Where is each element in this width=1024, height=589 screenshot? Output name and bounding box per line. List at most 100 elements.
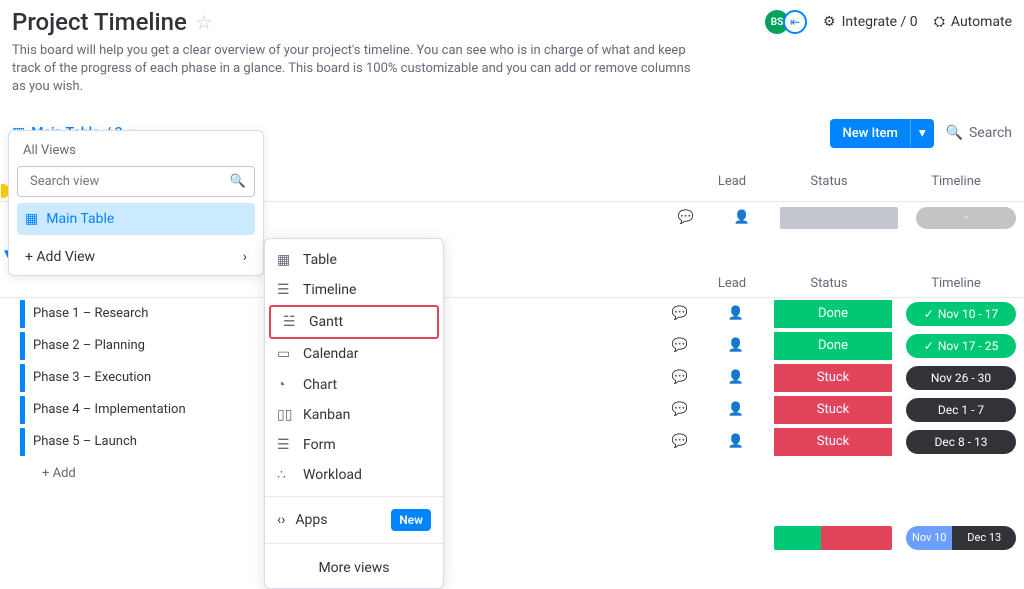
menu-item-label: Kanban: [303, 407, 350, 423]
menu-divider: [265, 543, 443, 544]
person-icon[interactable]: 👤: [706, 402, 766, 417]
menu-item-label: Calendar: [303, 346, 359, 362]
group-color-bar: [20, 300, 25, 328]
search-icon: 🔍: [230, 174, 246, 189]
view-type-calendar[interactable]: ▭ Calendar: [265, 339, 443, 369]
integrate-button[interactable]: ⚙ Integrate / 0: [823, 14, 918, 30]
new-item-button-group: New Item ▾: [830, 119, 933, 148]
group-color-bar: [20, 332, 25, 360]
chat-icon[interactable]: 💬: [654, 338, 706, 353]
view-type-timeline[interactable]: ☰Timeline: [265, 275, 443, 305]
status-cell[interactable]: Done: [774, 300, 892, 328]
group-color-bar: [20, 364, 25, 392]
new-item-button[interactable]: New Item: [830, 119, 909, 148]
gantt-icon: ☱: [283, 314, 299, 330]
views-dropdown: All Views 🔍 ▦ Main Table + Add View ›: [8, 130, 264, 276]
view-type-form[interactable]: ☰ Form: [265, 430, 443, 460]
search-label: Search: [969, 125, 1012, 141]
person-icon[interactable]: 👤: [706, 338, 766, 353]
status-cell[interactable]: Done: [774, 332, 892, 360]
automate-button[interactable]: ⛭ Automate: [934, 14, 1012, 30]
chat-icon[interactable]: 💬: [654, 370, 706, 385]
status-summary-placeholder: [780, 207, 898, 229]
more-views-button[interactable]: More views: [265, 550, 443, 582]
view-type-gantt[interactable]: ☱ Gantt: [269, 305, 439, 339]
column-header-timeline[interactable]: Timeline: [896, 276, 1016, 291]
view-type-table[interactable]: ▦ Table: [265, 245, 443, 275]
views-dropdown-title: All Views: [17, 139, 255, 166]
automate-label: Automate: [951, 14, 1012, 30]
integrate-label: Integrate / 0: [842, 14, 918, 30]
menu-item-label: Apps: [295, 512, 327, 528]
plug-icon: ⚙: [823, 14, 836, 30]
column-header-lead[interactable]: Lead: [702, 276, 762, 291]
search-view-input[interactable]: [26, 167, 230, 196]
view-type-kanban[interactable]: ▯▯ Kanban: [265, 400, 443, 430]
robot-icon: ⛭: [934, 14, 945, 30]
table-icon: ▦: [277, 252, 293, 268]
column-header-lead[interactable]: Lead: [702, 174, 762, 189]
timeline-cell[interactable]: Nov 26 - 30: [906, 366, 1016, 390]
table-row[interactable]: Phase 2 – Planning 💬 👤 Done ✓Nov 17 - 25: [0, 330, 1024, 362]
chat-icon[interactable]: 💬: [660, 210, 712, 225]
add-view-button[interactable]: + Add View ›: [17, 239, 255, 267]
favorite-star-icon[interactable]: ☆: [195, 10, 213, 34]
form-icon: ☰: [277, 437, 293, 453]
timeline-cell[interactable]: Dec 1 - 7: [906, 398, 1016, 422]
timeline-cell[interactable]: Dec 8 - 13: [906, 430, 1016, 454]
view-type-apps[interactable]: ‹› Apps New: [265, 503, 443, 537]
workload-icon: ∴: [277, 467, 293, 483]
chat-icon[interactable]: 💬: [654, 306, 706, 321]
table-row[interactable]: Phase 1 – Research 💬 👤 Done ✓Nov 10 - 17: [0, 298, 1024, 330]
table-row[interactable]: Phase 4 – Implementation 💬 👤 Stuck Dec 1…: [0, 394, 1024, 426]
column-header-status[interactable]: Status: [770, 276, 888, 291]
group-color-bar: [20, 428, 25, 456]
timeline-cell[interactable]: ✓Nov 17 - 25: [906, 334, 1016, 358]
chevron-right-icon: ›: [243, 249, 247, 265]
search-view-input-wrap: 🔍: [17, 166, 255, 197]
person-icon[interactable]: 👤: [706, 434, 766, 449]
person-icon[interactable]: 👤: [706, 370, 766, 385]
new-badge: New: [391, 509, 431, 531]
view-type-workload[interactable]: ∴Workload: [265, 460, 443, 490]
check-icon: ✓: [924, 307, 934, 321]
menu-item-label: Table: [303, 252, 337, 268]
calendar-icon: ▭: [277, 346, 293, 362]
timeline-icon: ☰: [277, 282, 293, 298]
menu-item-label: Gantt: [309, 314, 343, 330]
chat-icon[interactable]: 💬: [654, 434, 706, 449]
view-item-label: Main Table: [46, 211, 114, 227]
status-cell[interactable]: Stuck: [774, 428, 892, 456]
code-icon: ‹›: [277, 512, 285, 528]
view-type-menu: ▦ Table ☰Timeline ☱ Gantt ▭ Calendar ◔Chart…: [264, 238, 444, 589]
add-item-row[interactable]: + Add: [0, 458, 1024, 490]
kanban-icon: ▯▯: [277, 407, 293, 423]
column-header-timeline[interactable]: Timeline: [896, 174, 1016, 189]
table-row[interactable]: Phase 5 – Launch 💬 👤 Stuck Dec 8 - 13: [0, 426, 1024, 458]
status-summary-bar: [774, 526, 892, 550]
member-avatars[interactable]: BS ⇤: [765, 10, 807, 34]
page-title: Project Timeline: [12, 8, 187, 36]
column-header-status[interactable]: Status: [770, 174, 888, 189]
timeline-summary-placeholder: -: [916, 207, 1016, 229]
person-icon[interactable]: 👤: [706, 306, 766, 321]
table-row[interactable]: Phase 3 – Execution 💬 👤 Stuck Nov 26 - 3…: [0, 362, 1024, 394]
search-button[interactable]: 🔍 Search: [946, 125, 1012, 141]
check-icon: ✓: [924, 339, 934, 353]
chat-icon[interactable]: 💬: [654, 402, 706, 417]
timeline-summary-start: Nov 10: [906, 526, 952, 550]
timeline-cell[interactable]: ✓Nov 10 - 17: [906, 302, 1016, 326]
view-item-main-table[interactable]: ▦ Main Table: [17, 203, 255, 235]
view-type-chart[interactable]: ◔Chart: [265, 369, 443, 400]
timeline-summary-pill: Nov 10 Dec 13: [906, 526, 1016, 550]
menu-item-label: Form: [303, 437, 336, 453]
group-color-bar: [20, 396, 25, 424]
menu-item-label: Chart: [303, 377, 337, 393]
add-view-label: + Add View: [25, 249, 95, 265]
person-icon[interactable]: 👤: [712, 210, 772, 225]
new-item-dropdown[interactable]: ▾: [910, 119, 934, 148]
board-description: This board will help you get a clear ove…: [12, 42, 692, 97]
status-cell[interactable]: Stuck: [774, 396, 892, 424]
avatar-guest-icon: ⇤: [783, 10, 807, 34]
status-cell[interactable]: Stuck: [774, 364, 892, 392]
